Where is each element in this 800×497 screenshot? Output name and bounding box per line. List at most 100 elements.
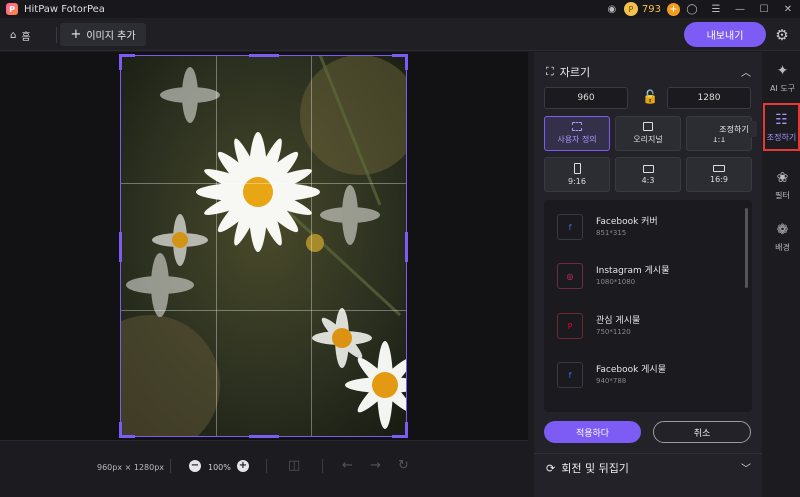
rail-label: AI 도구: [769, 83, 796, 93]
plus-icon: +: [70, 27, 82, 42]
minimize-icon[interactable]: —: [728, 0, 752, 18]
rotate-icon: ⟳: [546, 461, 556, 475]
crop-handle-bottom[interactable]: [249, 435, 279, 438]
app-logo-icon: P: [6, 3, 18, 15]
crop-handle-top-left[interactable]: [119, 54, 122, 70]
width-input[interactable]: 960: [544, 87, 628, 109]
ratio-9-16[interactable]: 9:16: [544, 157, 610, 192]
preset-size: 940*788: [596, 377, 627, 385]
rail-label: 배경: [775, 242, 790, 252]
divider: [322, 459, 323, 473]
home-icon: ⌂: [10, 29, 17, 41]
gear-icon[interactable]: ⚙: [773, 26, 791, 44]
divider: [266, 459, 267, 473]
crop-grid-line: [121, 310, 406, 311]
add-image-label: 이미지 추가: [86, 31, 136, 42]
chevron-up-icon[interactable]: ︿: [741, 64, 751, 79]
rail-adjust[interactable]: ☷ 조정하기: [763, 103, 800, 151]
crop-handle-right[interactable]: [405, 232, 408, 262]
top-toolbar: ⌂ 홈 + 이미지 추가 내보내기 ⚙: [0, 18, 800, 51]
crop-frame[interactable]: [119, 54, 408, 438]
cancel-button[interactable]: 취소: [653, 421, 751, 443]
undo-icon[interactable]: ←: [342, 458, 353, 473]
home-button[interactable]: ⌂ 홈: [10, 25, 31, 45]
compare-icon[interactable]: ◫: [288, 458, 300, 473]
widescreen-icon: [713, 165, 725, 172]
reset-icon[interactable]: ↻: [398, 458, 409, 473]
preset-size: 750*1120: [596, 328, 631, 336]
preset-scrollbar[interactable]: [745, 208, 748, 288]
landscape-icon: [642, 164, 654, 173]
filter-icon: ❀: [776, 169, 789, 186]
facebook-icon: f: [557, 214, 583, 240]
ratio-original[interactable]: 오리지널: [615, 116, 681, 151]
preset-facebook-cover[interactable]: f Facebook 커버 851*315: [557, 212, 737, 242]
sliders-icon: ☷: [775, 111, 788, 128]
ratio-custom[interactable]: 사용자 정의: [544, 116, 610, 151]
rotate-title: 회전 및 뒤집기: [561, 462, 629, 475]
zoom-out-button[interactable]: −: [189, 460, 201, 472]
instagram-icon: ◎: [557, 263, 583, 289]
crop-section-header[interactable]: ⛶ 자르기 ︿: [546, 64, 751, 80]
rail-filter[interactable]: ❀ 필터: [765, 163, 800, 207]
lock-icon[interactable]: 🔓: [642, 90, 658, 105]
rail-background[interactable]: ❁ 배경: [765, 215, 800, 259]
add-coins-button[interactable]: +: [667, 2, 680, 16]
ratio-label: 16:9: [710, 175, 728, 184]
pinterest-icon: P: [557, 313, 583, 339]
maximize-icon[interactable]: ☐: [752, 0, 776, 18]
panel-divider: [534, 453, 762, 454]
toolbar-divider: [56, 27, 57, 43]
coin-count: 793: [641, 3, 661, 15]
ratio-4-3[interactable]: 4:3: [615, 157, 681, 192]
preset-facebook-post[interactable]: f Facebook 게시물 940*788: [557, 360, 737, 390]
crop-handle-bottom-right[interactable]: [405, 422, 408, 438]
image-dimensions: 960px × 1280px: [97, 463, 165, 472]
coin-icon: P: [623, 2, 638, 16]
crop-grid-line: [216, 56, 217, 436]
custom-ratio-icon: [572, 122, 582, 131]
preset-instagram-post[interactable]: ◎ Instagram 게시물 1080*1080: [557, 261, 737, 291]
zoom-in-button[interactable]: +: [237, 460, 249, 472]
preset-name: Instagram 게시물: [596, 266, 670, 276]
crop-handle-left[interactable]: [119, 232, 122, 262]
chevron-down-icon[interactable]: ﹀: [741, 460, 751, 475]
crop-handle-top[interactable]: [249, 54, 279, 57]
redo-icon[interactable]: →: [370, 458, 381, 473]
canvas-bottom-bar: 960px × 1280px − 100% + ◫ ← → ↻: [0, 440, 528, 497]
app-title: HitPaw FotorPea: [24, 3, 105, 15]
zoom-level: 100%: [208, 463, 231, 472]
user-icon[interactable]: ◯: [680, 0, 704, 18]
add-image-button[interactable]: + 이미지 추가: [60, 23, 146, 46]
rail-ai-tools[interactable]: ✦ AI 도구: [765, 56, 800, 100]
height-input[interactable]: 1280: [667, 87, 751, 109]
menu-icon[interactable]: ☰: [704, 0, 728, 18]
export-button[interactable]: 내보내기: [684, 22, 766, 47]
crop-icon: ⛶: [546, 65, 554, 78]
preset-size: 1080*1080: [596, 278, 636, 286]
adjust-tooltip: 조정하기: [711, 121, 757, 137]
portrait-icon: [573, 163, 581, 174]
ratio-label: 오리지널: [633, 135, 663, 144]
preset-name: 관심 게시물: [596, 316, 641, 326]
crop-handle-top-right[interactable]: [405, 54, 408, 70]
crop-title: 자르기: [559, 66, 591, 79]
ratio-label: 4:3: [641, 175, 655, 185]
close-icon[interactable]: ✕: [776, 0, 800, 18]
home-label: 홈: [21, 31, 31, 43]
divider: [170, 459, 171, 473]
ratio-label: 사용자 정의: [557, 135, 597, 144]
preset-pinterest-post[interactable]: P 관심 게시물 750*1120: [557, 311, 737, 341]
crop-grid-line: [311, 56, 312, 436]
preset-size: 851*315: [596, 229, 627, 237]
preset-name: Facebook 커버: [596, 217, 658, 227]
ai-tools-icon: ✦: [776, 62, 789, 79]
window-controls: ◉ P 793 + ◯ ☰ — ☐ ✕: [600, 0, 800, 18]
preset-list: f Facebook 커버 851*315 ◎ Instagram 게시물 10…: [544, 200, 752, 412]
rotate-flip-header[interactable]: ⟳ 회전 및 뒤집기 ﹀: [546, 460, 751, 476]
apply-button[interactable]: 적용하다: [544, 421, 641, 443]
ratio-16-9[interactable]: 16:9: [686, 157, 752, 192]
crop-grid-line: [121, 183, 406, 184]
crop-handle-bottom-left[interactable]: [119, 422, 122, 438]
discord-icon[interactable]: ◉: [600, 0, 624, 18]
